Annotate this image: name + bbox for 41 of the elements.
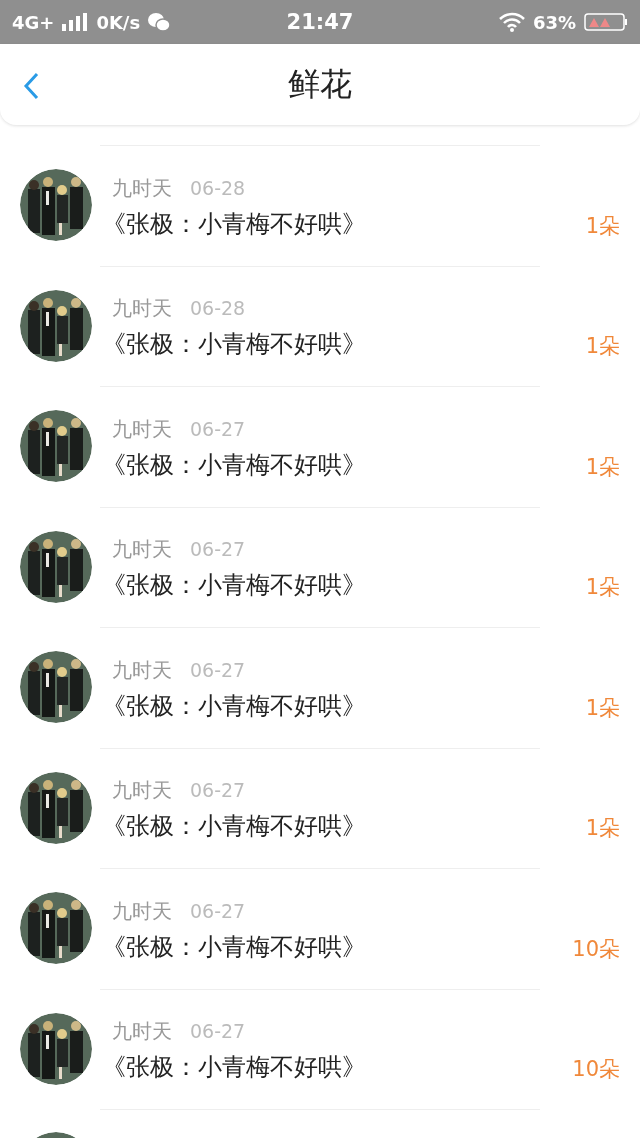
date: 06-27: [190, 658, 246, 681]
book-title: 《张极：小青梅不好哄》: [102, 690, 367, 722]
flower-count: 10朵: [572, 935, 620, 963]
user-name: 九时天: [112, 1018, 172, 1046]
signal-icon: [62, 13, 89, 31]
book-title: 《张极：小青梅不好哄》: [102, 570, 367, 602]
user-name: 九时天: [112, 415, 172, 443]
flower-count: 1朵: [585, 574, 620, 601]
book-title: 《张极：小青梅不好哄》: [102, 329, 367, 361]
flower-count: 1朵: [585, 212, 620, 240]
book-title: 《张极：小青梅不好哄》: [102, 1052, 367, 1084]
battery-icon: [584, 13, 628, 31]
user-name: 九时天: [112, 777, 172, 805]
date: 06-27: [190, 538, 246, 561]
battery-percent: 63%: [532, 11, 576, 33]
date: 06-27: [190, 779, 246, 802]
date: 06-27: [190, 899, 246, 922]
user-name: 九时天: [112, 536, 172, 564]
user-name: 九时天: [112, 295, 172, 323]
flower-count: 10朵: [572, 1056, 620, 1083]
clock: 21:47: [286, 10, 354, 34]
network-type: 4G+: [12, 11, 55, 33]
book-title: 《张极：小青梅不好哄》: [102, 811, 367, 843]
book-title: 《张极：小青梅不好哄》: [102, 208, 367, 240]
user-name: 九时天: [112, 656, 172, 684]
flower-count: 1朵: [585, 694, 620, 722]
book-title: 《张极：小青梅不好哄》: [102, 931, 367, 963]
user-name: 九时天: [112, 897, 172, 925]
page-title: 鲜花: [288, 63, 352, 105]
wifi-icon: [498, 12, 525, 32]
date: 06-28: [190, 176, 246, 199]
date: 06-27: [190, 1020, 246, 1043]
book-title: 《张极：小青梅不好哄》: [102, 449, 367, 481]
flower-count: 1朵: [585, 815, 620, 842]
network-speed: 0K/s: [96, 11, 141, 33]
chat-icon: [148, 12, 171, 32]
date: 06-27: [190, 417, 246, 440]
flower-count: 1朵: [585, 333, 620, 360]
flower-count: 1朵: [585, 453, 620, 481]
user-name: 九时天: [112, 174, 172, 202]
date: 06-28: [190, 297, 246, 320]
